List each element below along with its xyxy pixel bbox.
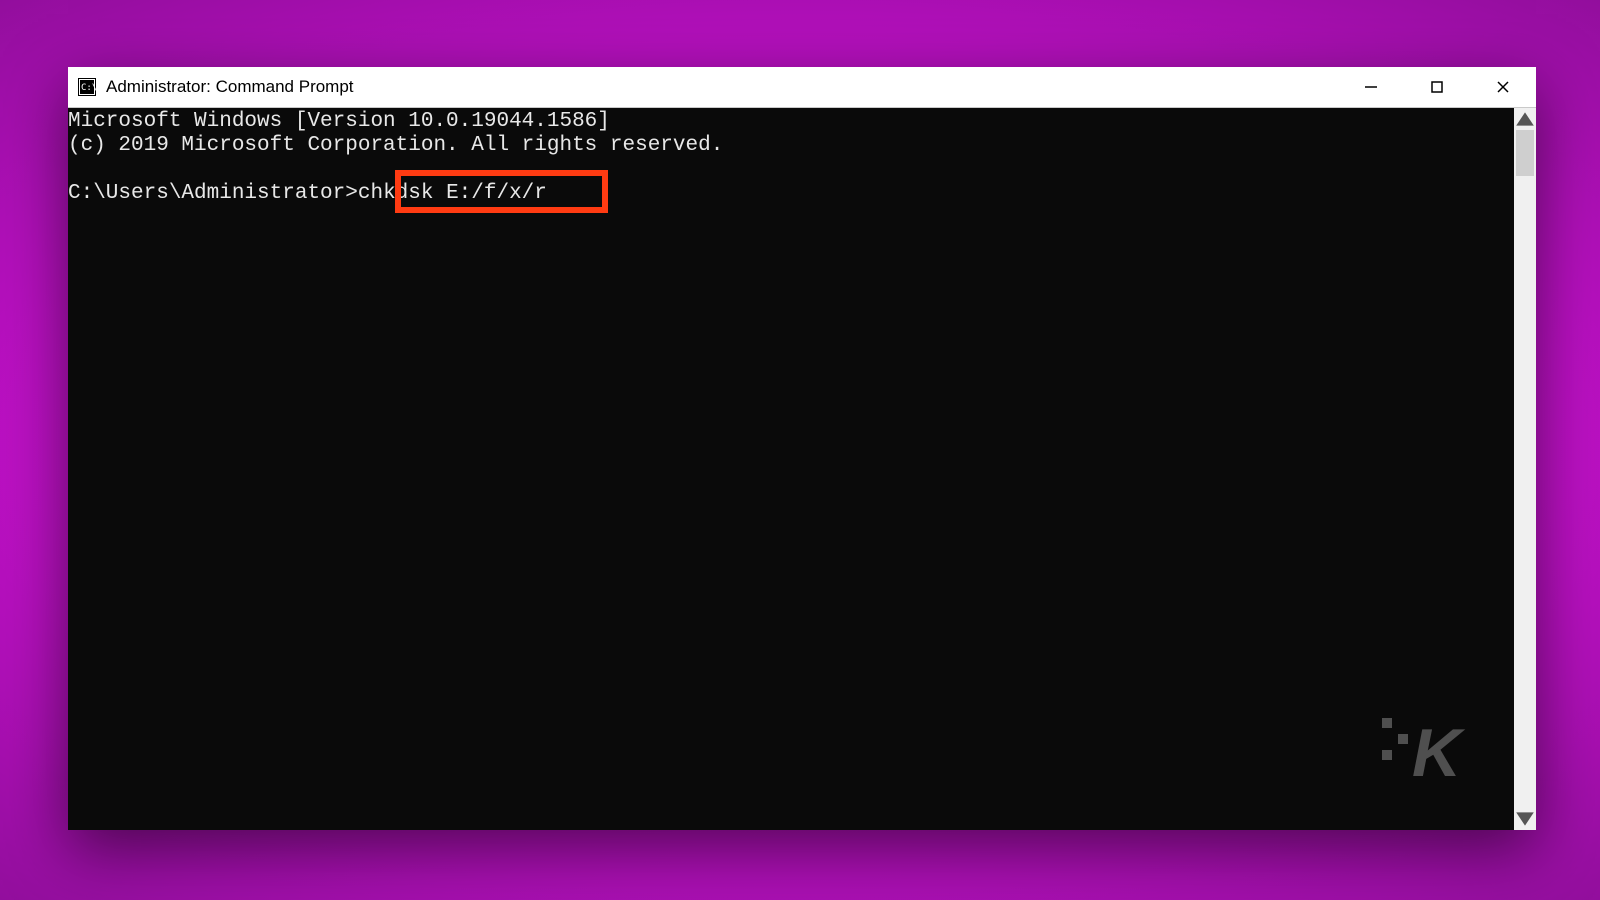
minimize-button[interactable] <box>1338 67 1404 107</box>
titlebar[interactable]: C:\ Administrator: Command Prompt <box>68 67 1536 107</box>
scrollbar-top-region <box>1514 108 1536 176</box>
console-output[interactable]: Microsoft Windows [Version 10.0.19044.15… <box>68 108 1514 830</box>
typed-command: chkdsk E:/f/x/r <box>358 182 547 205</box>
scroll-thumb[interactable] <box>1516 130 1534 176</box>
console-prompt-line: C:\Users\Administrator>chkdsk E:/f/x/r <box>68 182 547 205</box>
window-title: Administrator: Command Prompt <box>106 77 354 97</box>
maximize-button[interactable] <box>1404 67 1470 107</box>
svg-text:K: K <box>1412 715 1466 788</box>
prompt-path: C:\Users\Administrator> <box>68 182 358 205</box>
vertical-scrollbar[interactable] <box>1514 108 1536 830</box>
command-prompt-window: C:\ Administrator: Command Prompt Micros… <box>68 67 1536 830</box>
console-line: Microsoft Windows [Version 10.0.19044.15… <box>68 110 610 133</box>
watermark-logo: K <box>1273 684 1484 820</box>
close-button[interactable] <box>1470 67 1536 107</box>
window-controls <box>1338 67 1536 107</box>
console-client-area: Microsoft Windows [Version 10.0.19044.15… <box>68 107 1536 830</box>
scroll-up-arrow-icon[interactable] <box>1514 108 1536 130</box>
svg-text:C:\: C:\ <box>81 83 96 93</box>
scroll-down-arrow-icon[interactable] <box>1514 808 1536 830</box>
cmd-app-icon: C:\ <box>78 78 96 96</box>
console-line: (c) 2019 Microsoft Corporation. All righ… <box>68 134 723 157</box>
